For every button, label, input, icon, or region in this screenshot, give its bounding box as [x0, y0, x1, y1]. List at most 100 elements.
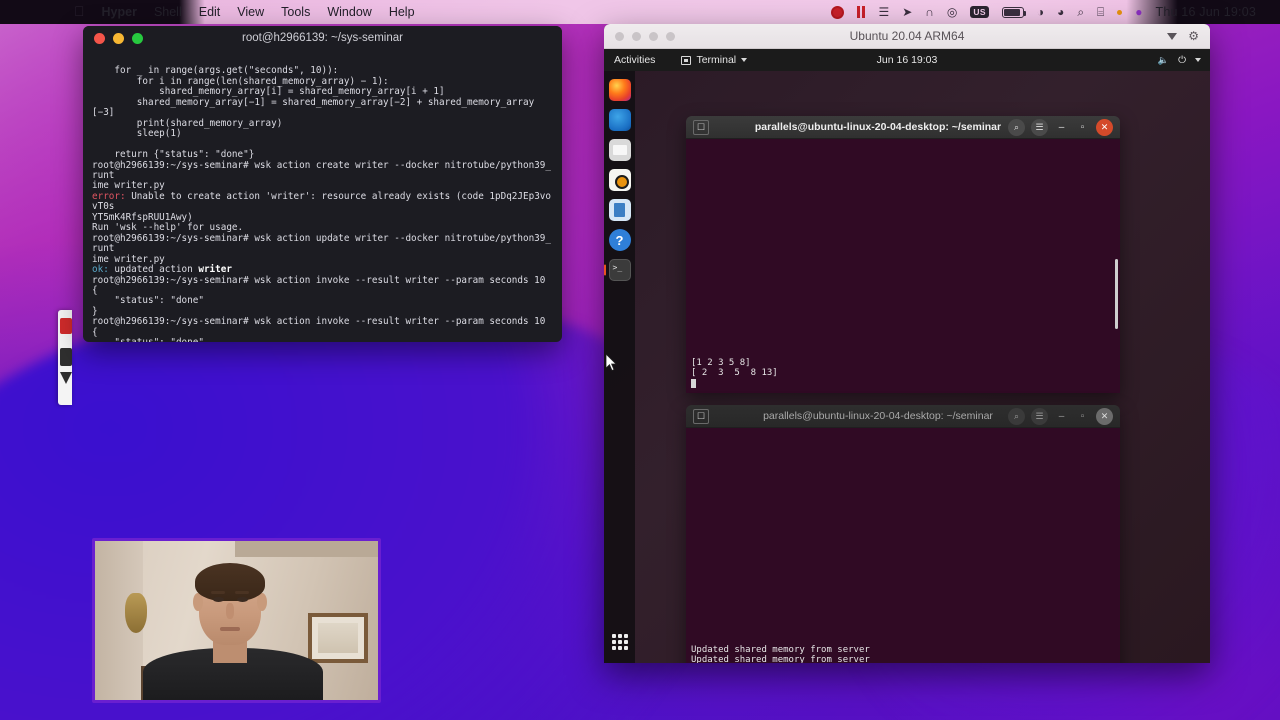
hamburger-menu-icon[interactable]: ☰	[1031, 119, 1048, 136]
mouse-cursor	[606, 354, 618, 372]
dock-item-help[interactable]: ?	[609, 229, 631, 251]
control-center-icon[interactable]: ◕	[1057, 6, 1064, 18]
menu-item-shell[interactable]: Shell	[154, 5, 182, 19]
ubuntu-terminal-1-title: parallels@ubuntu-linux-20-04-desktop: ~/…	[746, 121, 1010, 133]
record-dot-icon[interactable]	[831, 6, 844, 19]
ubuntu-terminal-window-2[interactable]: ☐ parallels@ubuntu-linux-20-04-desktop: …	[686, 405, 1120, 663]
show-applications-icon[interactable]	[609, 631, 631, 653]
new-tab-icon[interactable]: ☐	[693, 409, 709, 424]
wifi-icon[interactable]: ◑	[1037, 6, 1044, 18]
ubuntu-terminal-2-titlebar[interactable]: ☐ parallels@ubuntu-linux-20-04-desktop: …	[686, 405, 1120, 428]
webcam-person-mouth	[220, 627, 240, 631]
gnome-topbar: Activities Terminal Jun 16 19:03 🔈 ⏻	[604, 49, 1210, 71]
terminal-line: root@h2966139:~/sys-seminar# wsk action …	[92, 234, 554, 255]
webcam-overlay[interactable]	[92, 538, 381, 703]
input-source-us-icon[interactable]: US	[970, 6, 988, 18]
parallels-window-title: Ubuntu 20.04 ARM64	[604, 29, 1210, 43]
webcam-person-nose	[226, 603, 234, 619]
webcam-person-brow-left	[211, 591, 225, 594]
terminal-line: return {"status": "done"}	[92, 150, 554, 160]
siri-icon[interactable]: ●	[1135, 6, 1142, 18]
text-cursor	[691, 379, 696, 388]
edge-red-icon	[60, 318, 72, 334]
dock-item-firefox[interactable]	[609, 79, 631, 101]
menu-item-view[interactable]: View	[237, 5, 264, 19]
new-tab-icon[interactable]: ☐	[693, 120, 709, 135]
minimize-icon[interactable]: –	[1054, 411, 1069, 422]
apple-logo-icon[interactable]: 	[74, 4, 85, 18]
hyper-terminal-output[interactable]: for _ in range(args.get("seconds", 10)):…	[83, 50, 562, 342]
minimize-button[interactable]	[113, 33, 124, 44]
zoom-button[interactable]	[132, 33, 143, 44]
scrollbar[interactable]	[1115, 259, 1118, 329]
parallels-ubuntu-window[interactable]: Ubuntu 20.04 ARM64 ⚙ Activities Terminal…	[604, 24, 1210, 663]
dock-item-terminal[interactable]	[609, 259, 631, 281]
edge-dark-icon	[60, 348, 72, 366]
ubuntu-terminal-2-output: Updated shared memory from server Update…	[691, 645, 870, 663]
error-label: error:	[92, 191, 126, 202]
webcam-ceiling	[235, 541, 381, 557]
dock-item-files[interactable]	[609, 139, 631, 161]
webcam-person-ear-right	[257, 593, 267, 611]
ubuntu-terminal-2-body[interactable]: Updated shared memory from server Update…	[686, 428, 1120, 663]
screen-root:  Hyper Shell Edit View Tools Window Hel…	[0, 0, 1280, 720]
menu-item-tools[interactable]: Tools	[281, 5, 310, 19]
ubuntu-terminal-1-body[interactable]: [1 2 3 5 8] [ 2 3 5 8 13]	[686, 139, 1120, 393]
webcam-person-eye-left	[213, 597, 224, 602]
hyper-titlebar[interactable]: root@h2966139: ~/sys-seminar	[83, 26, 562, 50]
background-window-edge[interactable]	[58, 310, 72, 405]
parallels-titlebar[interactable]: Ubuntu 20.04 ARM64 ⚙	[604, 24, 1210, 49]
terminal-line: ok: updated action writer	[92, 265, 554, 275]
status-dot-icon	[1117, 10, 1122, 15]
timemachine-icon[interactable]: ◎	[947, 6, 957, 18]
webcam-person-brow-right	[235, 591, 249, 594]
menu-item-help[interactable]: Help	[389, 5, 415, 19]
display-icon[interactable]: ⌸	[1097, 6, 1104, 18]
dock-item-rhythmbox[interactable]	[609, 169, 631, 191]
ubuntu-desktop: ? ☐ parallels@ubuntu-linux-20-04-desktop…	[604, 71, 1210, 663]
terminal-line: "status": "done"	[92, 338, 554, 342]
menu-item-hyper[interactable]: Hyper	[102, 5, 137, 19]
search-icon[interactable]: ⌕	[1008, 119, 1025, 136]
ubuntu-terminal-2-controls: ⌕ ☰ – ▫ ✕	[1008, 408, 1113, 425]
gnome-clock[interactable]: Jun 16 19:03	[604, 54, 1210, 66]
ubuntu-terminal-window-1[interactable]: ☐ parallels@ubuntu-linux-20-04-desktop: …	[686, 116, 1120, 393]
minimize-icon[interactable]: –	[1054, 122, 1069, 133]
macos-menubar:  Hyper Shell Edit View Tools Window Hel…	[0, 0, 1280, 24]
location-arrow-icon[interactable]: ➤	[902, 6, 912, 18]
terminal-line: root@h2966139:~/sys-seminar# wsk action …	[92, 161, 554, 182]
spotlight-search-icon[interactable]: ⌕	[1077, 6, 1084, 18]
ubuntu-terminal-1-titlebar[interactable]: ☐ parallels@ubuntu-linux-20-04-desktop: …	[686, 116, 1120, 139]
pause-icon[interactable]	[857, 6, 866, 18]
magnet-icon[interactable]: ∩	[925, 6, 934, 18]
menubar-clock[interactable]: Thu 16 Jun 19:03	[1156, 5, 1257, 19]
terminal-line: sleep(1)	[92, 129, 554, 139]
ubuntu-terminal-1-output: [1 2 3 5 8] [ 2 3 5 8 13]	[691, 358, 778, 390]
dock-item-libreoffice-writer[interactable]	[609, 199, 631, 221]
hyper-terminal-window[interactable]: root@h2966139: ~/sys-seminar for _ in ra…	[83, 26, 562, 342]
terminal-line: root@h2966139:~/sys-seminar# wsk action …	[92, 276, 554, 286]
terminal-line: error: Unable to create action 'writer':…	[92, 192, 554, 213]
stack-icon[interactable]: ☰	[878, 6, 889, 18]
dock-item-thunderbird[interactable]	[609, 109, 631, 131]
maximize-icon[interactable]: ▫	[1075, 122, 1090, 133]
close-button[interactable]	[94, 33, 105, 44]
battery-icon[interactable]	[1002, 7, 1024, 18]
menu-item-window[interactable]: Window	[327, 5, 371, 19]
terminal-line: shared_memory_array[−1] = shared_memory_…	[92, 98, 554, 119]
hyper-window-title: root@h2966139: ~/sys-seminar	[83, 32, 562, 44]
hamburger-menu-icon[interactable]: ☰	[1031, 408, 1048, 425]
ok-label: ok:	[92, 264, 109, 275]
terminal-line: "status": "done"	[92, 296, 554, 306]
maximize-icon[interactable]: ▫	[1075, 411, 1090, 422]
terminal-line: root@h2966139:~/sys-seminar# wsk action …	[92, 317, 554, 327]
menu-item-edit[interactable]: Edit	[199, 5, 221, 19]
bold-word: writer	[198, 264, 232, 275]
search-icon[interactable]: ⌕	[1008, 408, 1025, 425]
webcam-person-eye-right	[237, 597, 248, 602]
edge-triangle-icon	[60, 372, 72, 384]
dock-item-help-label: ?	[616, 233, 624, 248]
close-icon[interactable]: ✕	[1096, 119, 1113, 136]
close-icon[interactable]: ✕	[1096, 408, 1113, 425]
webcam-person-hair	[195, 563, 265, 601]
